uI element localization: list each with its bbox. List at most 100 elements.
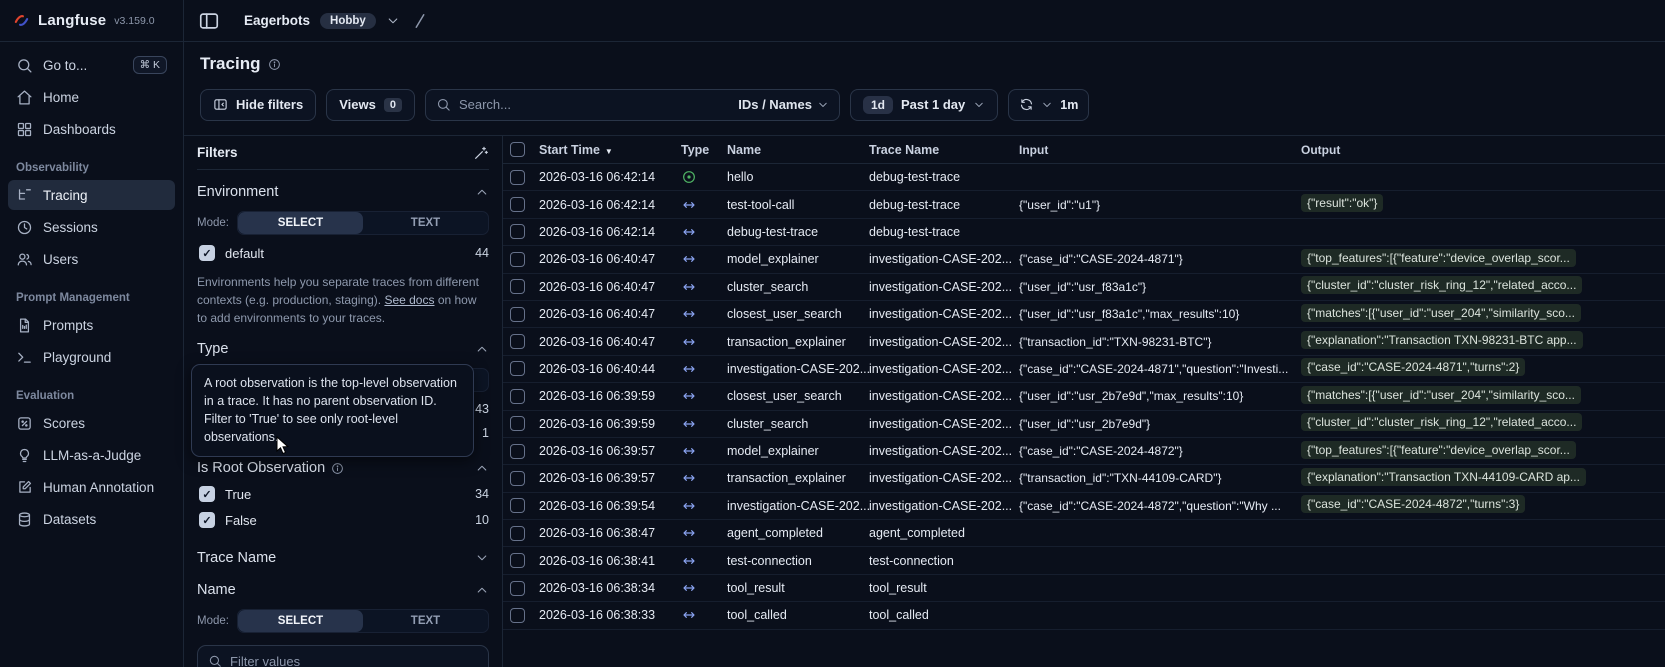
table-row[interactable]: 2026-03-16 06:39:59 closest_user_search in… (503, 383, 1665, 411)
checkbox-checked[interactable]: ✓ (199, 245, 215, 261)
filter-option-count: 1 (482, 426, 489, 440)
chevron-down-icon[interactable] (475, 551, 489, 565)
row-checkbox[interactable] (509, 224, 525, 240)
row-checkbox[interactable] (509, 251, 525, 267)
goto-button[interactable]: Go to... ⌘ K (8, 50, 175, 80)
table-row[interactable]: 2026-03-16 06:38:33 tool_called tool_calle… (503, 602, 1665, 630)
search-scope-label: IDs / Names (738, 97, 812, 112)
hide-filters-button[interactable]: Hide filters (200, 88, 317, 121)
checkbox-checked[interactable]: ✓ (199, 486, 215, 502)
row-checkbox[interactable] (509, 388, 525, 404)
row-trace-name: test-connection (869, 553, 954, 568)
sidebar-toggle-icon[interactable] (198, 10, 220, 32)
sidebar-item-sessions[interactable]: Sessions (8, 212, 175, 242)
sidebar-item-home[interactable]: Home (8, 82, 175, 112)
filter-section-is-root-observation[interactable]: Is Root Observation (197, 460, 489, 476)
mode-select-option[interactable]: SELECT (237, 212, 363, 234)
is-root-info-icon[interactable] (331, 462, 344, 475)
sidebar-item-scores[interactable]: Scores (8, 408, 175, 438)
name-section-title: Name (197, 582, 236, 598)
row-type-cell (681, 580, 727, 596)
refresh-control[interactable]: 1m (1008, 88, 1090, 121)
sidebar-item-playground[interactable]: Playground (8, 342, 175, 372)
mode-text-option[interactable]: TEXT (363, 610, 488, 632)
table-row[interactable]: 2026-03-16 06:42:14 debug-test-trace debug… (503, 219, 1665, 247)
filter-wand-icon[interactable] (473, 145, 489, 161)
row-name: investigation-CASE-202... (727, 361, 869, 376)
project-switcher-chevron-icon[interactable] (386, 14, 400, 28)
row-checkbox[interactable] (509, 197, 525, 213)
filter-section-environment[interactable]: Environment (197, 184, 489, 200)
column-header-output[interactable]: Output (1301, 143, 1665, 157)
table-row[interactable]: 2026-03-16 06:40:47 cluster_search investi… (503, 274, 1665, 301)
column-header-input[interactable]: Input (1019, 143, 1301, 157)
search-scope-dropdown[interactable]: IDs / Names (738, 97, 829, 112)
mode-select-option[interactable]: SELECT (237, 610, 363, 632)
row-output: {"cluster_id":"cluster_risk_ring_12","re… (1301, 413, 1665, 434)
table-row[interactable]: 2026-03-16 06:39:57 model_explainer invest… (503, 438, 1665, 466)
filter-values-input[interactable] (230, 653, 478, 667)
column-header-name[interactable]: Name (727, 143, 869, 157)
project-name[interactable]: Eagerbots (244, 13, 310, 28)
row-checkbox-cell (503, 443, 539, 459)
row-checkbox[interactable] (509, 361, 525, 377)
filter-section-trace-name[interactable]: Trace Name (197, 550, 489, 566)
row-checkbox[interactable] (509, 306, 525, 322)
sidebar-item-datasets[interactable]: Datasets (8, 504, 175, 534)
row-checkbox[interactable] (509, 279, 525, 295)
table-row[interactable]: 2026-03-16 06:40:47 transaction_explainer… (503, 328, 1665, 356)
filter-section-name[interactable]: Name (197, 582, 489, 598)
column-header-type[interactable]: Type (681, 143, 727, 157)
table-row[interactable]: 2026-03-16 06:40:44 investigation-CASE-20… (503, 356, 1665, 384)
refresh-icon[interactable] (1019, 97, 1034, 112)
time-range-button[interactable]: 1d Past 1 day (849, 88, 999, 121)
sidebar-item-dashboards[interactable]: Dashboards (8, 114, 175, 144)
row-checkbox[interactable] (509, 443, 525, 459)
column-header-start-time[interactable]: Start Time ▼ (539, 143, 681, 157)
sidebar-item-human-annotation[interactable]: Human Annotation (8, 472, 175, 502)
table-row[interactable]: 2026-03-16 06:40:47 closest_user_search in… (503, 301, 1665, 329)
sidebar-item-prompts[interactable]: Prompts (8, 310, 175, 340)
search-icon (208, 654, 222, 667)
table-row[interactable]: 2026-03-16 06:39:57 transaction_explainer… (503, 465, 1665, 493)
row-checkbox[interactable] (509, 525, 525, 541)
lightbulb-icon (16, 447, 33, 464)
mode-text-option[interactable]: TEXT (363, 212, 488, 234)
row-checkbox[interactable] (509, 498, 525, 514)
table-row[interactable]: 2026-03-16 06:40:47 model_explainer invest… (503, 246, 1665, 274)
table-row[interactable]: 2026-03-16 06:38:47 agent_completed agent_… (503, 520, 1665, 548)
row-checkbox[interactable] (509, 334, 525, 350)
table-row[interactable]: 2026-03-16 06:38:34 tool_result tool_resul… (503, 575, 1665, 603)
search-input[interactable] (458, 97, 731, 112)
chevron-up-icon[interactable] (475, 461, 489, 475)
chevron-up-icon[interactable] (475, 583, 489, 597)
row-checkbox[interactable] (509, 169, 525, 185)
table-row[interactable]: 2026-03-16 06:39:54 investigation-CASE-20… (503, 493, 1665, 521)
chevron-up-icon[interactable] (475, 185, 489, 199)
sidebar-item-tracing[interactable]: Tracing (8, 180, 175, 210)
sidebar-item-users[interactable]: Users (8, 244, 175, 274)
table-row[interactable]: 2026-03-16 06:38:41 test-connection test-c… (503, 547, 1665, 575)
sidebar-section-label: Evaluation (16, 390, 75, 402)
chevron-down-icon[interactable] (1041, 99, 1053, 111)
environment-options: ✓ default 44 (197, 245, 489, 261)
views-button[interactable]: Views 0 (326, 88, 415, 121)
table-row[interactable]: 2026-03-16 06:42:14 hello debug-test-trace (503, 164, 1665, 192)
filter-option-row: ✓ True 34 (197, 486, 489, 502)
sidebar-item-llm-as-a-judge[interactable]: LLM-as-a-Judge (8, 440, 175, 470)
row-output: {"cluster_id":"cluster_risk_ring_12","re… (1301, 276, 1665, 297)
table-row[interactable]: 2026-03-16 06:42:14 test-tool-call debug-t… (503, 191, 1665, 219)
page-info-icon[interactable] (268, 58, 281, 71)
filter-section-type[interactable]: Type (197, 341, 489, 357)
checkbox-checked[interactable]: ✓ (199, 512, 215, 528)
select-all-checkbox[interactable] (509, 142, 525, 157)
see-docs-link[interactable]: See docs (384, 293, 434, 307)
row-checkbox[interactable] (509, 607, 525, 623)
row-checkbox[interactable] (509, 580, 525, 596)
row-checkbox[interactable] (509, 553, 525, 569)
chevron-up-icon[interactable] (475, 342, 489, 356)
column-header-trace-name[interactable]: Trace Name (869, 143, 1019, 157)
table-row[interactable]: 2026-03-16 06:39:59 cluster_search investi… (503, 411, 1665, 438)
row-checkbox[interactable] (509, 416, 525, 432)
row-checkbox[interactable] (509, 470, 525, 486)
